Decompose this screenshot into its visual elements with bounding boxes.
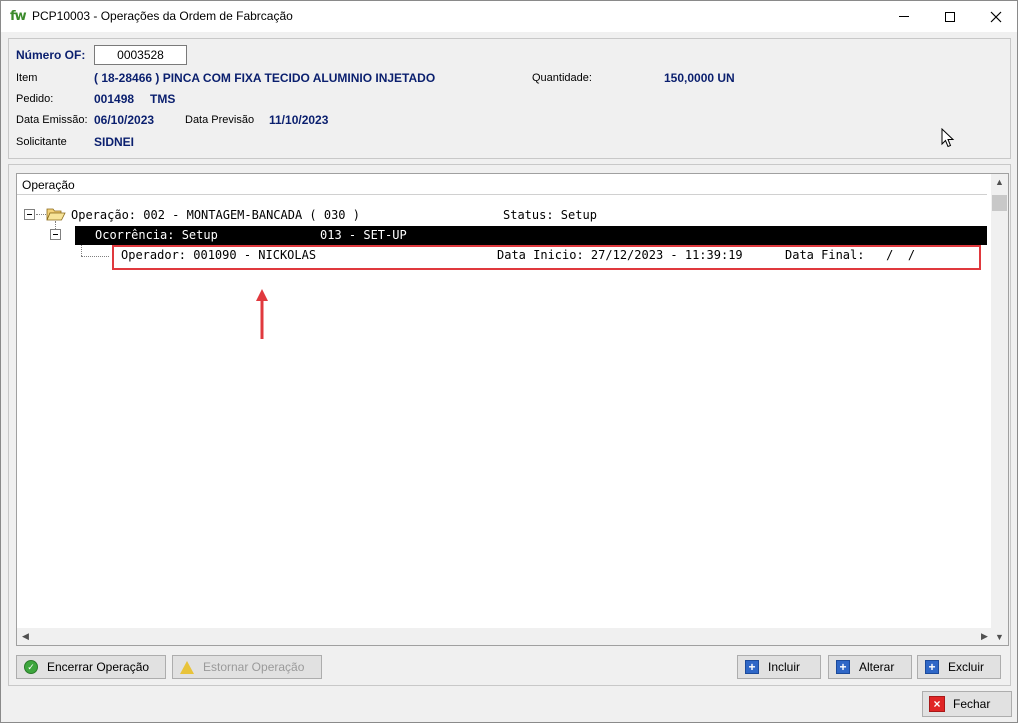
of-number-label: Número OF:: [16, 48, 86, 62]
operation-tree[interactable]: Operação Operação: 002 - MONTAGEM-BANCAD…: [16, 173, 1009, 646]
occurrence-code: 013 - SET-UP: [320, 228, 407, 242]
encerrar-operacao-label: Encerrar Operação: [47, 660, 150, 674]
fechar-button[interactable]: × Fechar: [922, 691, 1012, 717]
occurrence-row[interactable]: Ocorrência: Setup: [95, 226, 218, 244]
mouse-cursor-icon: [941, 128, 955, 148]
plus-icon: +: [836, 660, 850, 674]
warning-icon: [180, 660, 194, 674]
title-bar: fw PCP10003 - Operações da Ordem de Fabr…: [1, 1, 1017, 32]
minimize-button[interactable]: [881, 1, 927, 32]
app-logo: fw: [10, 9, 27, 24]
horizontal-scroll-thumb[interactable]: [34, 629, 974, 644]
incluir-label: Incluir: [768, 660, 801, 674]
close-x-icon: ×: [929, 696, 945, 712]
operation-row[interactable]: Operação: 002 - MONTAGEM-BANCADA ( 030 ): [71, 206, 360, 224]
tree-connector: [55, 221, 56, 229]
item-value: ( 18-28466 ) PINCA COM FIXA TECIDO ALUMI…: [94, 71, 436, 85]
tree-header: Operação: [17, 174, 987, 195]
vertical-scroll-thumb[interactable]: [992, 195, 1007, 211]
vertical-scrollbar[interactable]: ▲ ▼: [991, 174, 1008, 645]
horizontal-scrollbar[interactable]: ◀ ▶: [17, 628, 993, 645]
solicitante-value: SIDNEI: [94, 135, 135, 149]
scroll-up-icon[interactable]: ▲: [991, 177, 1008, 187]
data-emissao-value: 06/10/2023: [94, 113, 155, 127]
scroll-right-icon[interactable]: ▶: [976, 631, 993, 642]
plus-icon: +: [925, 660, 939, 674]
pedido-extra: TMS: [150, 92, 176, 106]
excluir-label: Excluir: [948, 660, 985, 674]
estornar-operacao-label: Estornar Operação: [203, 660, 305, 674]
collapse-operation-icon[interactable]: [24, 209, 35, 220]
operation-panel: Operação Operação: 002 - MONTAGEM-BANCAD…: [8, 164, 1011, 686]
alterar-button[interactable]: + Alterar: [828, 655, 912, 679]
close-window-button[interactable]: [973, 1, 1018, 32]
of-number-field[interactable]: 0003528: [94, 45, 187, 65]
encerrar-operacao-button[interactable]: ✓ Encerrar Operação: [16, 655, 166, 679]
fechar-label: Fechar: [953, 697, 991, 711]
annotation-arrow-icon: [256, 289, 268, 339]
incluir-button[interactable]: + Incluir: [737, 655, 821, 679]
quantidade-value: 150,0000 UN: [664, 71, 735, 85]
data-previsao-value: 11/10/2023: [269, 113, 329, 127]
window-title: PCP10003 - Operações da Ordem de Fabrcaç…: [32, 9, 293, 23]
maximize-button[interactable]: [927, 1, 973, 32]
annotation-highlight-box: [112, 245, 981, 270]
pedido-label: Pedido:: [16, 93, 54, 105]
maximize-icon: [945, 11, 955, 22]
estornar-operacao-button[interactable]: Estornar Operação: [172, 655, 322, 679]
scroll-down-icon[interactable]: ▼: [991, 632, 1008, 642]
order-header-panel: Número OF: 0003528 Item ( 18-28466 ) PIN…: [8, 38, 1011, 159]
check-circle-icon: ✓: [24, 660, 38, 674]
data-emissao-label: Data Emissão:: [16, 114, 88, 126]
solicitante-label: Solicitante: [16, 136, 67, 148]
close-icon: [990, 11, 1002, 22]
main-window: fw PCP10003 - Operações da Ordem de Fabr…: [0, 0, 1018, 723]
tree-connector: [36, 214, 46, 215]
open-folder-icon: [46, 208, 66, 221]
quantidade-label: Quantidade:: [532, 72, 592, 84]
minimize-icon: [899, 16, 909, 17]
pedido-value: 001498: [94, 92, 135, 106]
alterar-label: Alterar: [859, 660, 895, 674]
collapse-occurrence-icon[interactable]: [50, 229, 61, 240]
item-label: Item: [16, 72, 38, 84]
plus-icon: +: [745, 660, 759, 674]
excluir-button[interactable]: + Excluir: [917, 655, 1001, 679]
operation-status: Status: Setup: [503, 208, 597, 222]
data-previsao-label: Data Previsão: [185, 114, 255, 126]
scroll-left-icon[interactable]: ◀: [17, 631, 34, 642]
tree-connector: [81, 256, 109, 257]
